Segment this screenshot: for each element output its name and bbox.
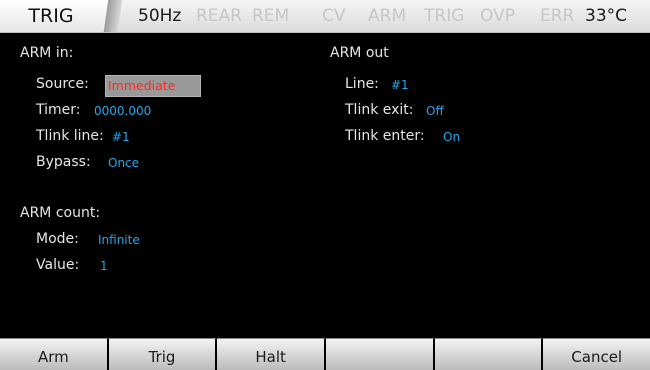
timer-value[interactable]: 0000.000 bbox=[94, 104, 151, 118]
temperature-readout: 33°C bbox=[585, 6, 628, 26]
trig-softkey[interactable]: Trig bbox=[108, 338, 218, 370]
tlink-exit-label: Tlink exit: bbox=[345, 102, 414, 118]
source-field[interactable]: Immediate bbox=[105, 75, 201, 97]
line-label: Line: bbox=[345, 76, 379, 92]
cancel-softkey[interactable]: Cancel bbox=[543, 338, 650, 370]
tlink-line-label: Tlink line: bbox=[36, 128, 104, 144]
indicator-arm: ARM bbox=[368, 6, 407, 26]
tab-divider bbox=[103, 0, 123, 32]
tlink-line-value[interactable]: #1 bbox=[112, 130, 130, 144]
tlink-exit-value[interactable]: Off bbox=[426, 104, 444, 118]
indicator-ovp: OVP bbox=[480, 6, 515, 26]
indicator-err: ERR bbox=[540, 6, 575, 26]
frequency-indicator: 50Hz bbox=[138, 6, 182, 26]
status-bar: TRIG 50Hz REAR REM CV ARM TRIG OVP ERR 3… bbox=[0, 0, 650, 33]
halt-softkey[interactable]: Halt bbox=[217, 338, 327, 370]
bypass-value[interactable]: Once bbox=[108, 156, 139, 170]
tlink-enter-value[interactable]: On bbox=[443, 130, 460, 144]
indicator-cv: CV bbox=[322, 6, 346, 26]
timer-label: Timer: bbox=[36, 102, 81, 118]
arm-out-title: ARM out bbox=[330, 45, 389, 61]
line-value[interactable]: #1 bbox=[391, 78, 409, 92]
source-label: Source: bbox=[36, 76, 89, 92]
value-label: Value: bbox=[36, 257, 80, 273]
softkey-4[interactable] bbox=[326, 338, 435, 370]
indicator-trig: TRIG bbox=[424, 6, 465, 26]
trigger-settings-panel: ARM in: Source: Immediate Timer: 0000.00… bbox=[0, 33, 650, 338]
arm-count-title: ARM count: bbox=[20, 205, 101, 221]
indicator-rem: REM bbox=[252, 6, 290, 26]
arm-softkey[interactable]: Arm bbox=[0, 338, 109, 370]
menu-title-tab[interactable]: TRIG bbox=[0, 0, 112, 32]
mode-value[interactable]: Infinite bbox=[98, 233, 140, 247]
indicator-rear: REAR bbox=[196, 6, 242, 26]
softkey-bar: Arm Trig Halt Cancel bbox=[0, 338, 650, 370]
menu-title: TRIG bbox=[28, 5, 74, 27]
mode-label: Mode: bbox=[36, 231, 79, 247]
softkey-5[interactable] bbox=[434, 338, 544, 370]
arm-in-title: ARM in: bbox=[20, 45, 74, 61]
count-value[interactable]: 1 bbox=[100, 259, 108, 273]
tlink-enter-label: Tlink enter: bbox=[345, 128, 425, 144]
bypass-label: Bypass: bbox=[36, 154, 91, 170]
